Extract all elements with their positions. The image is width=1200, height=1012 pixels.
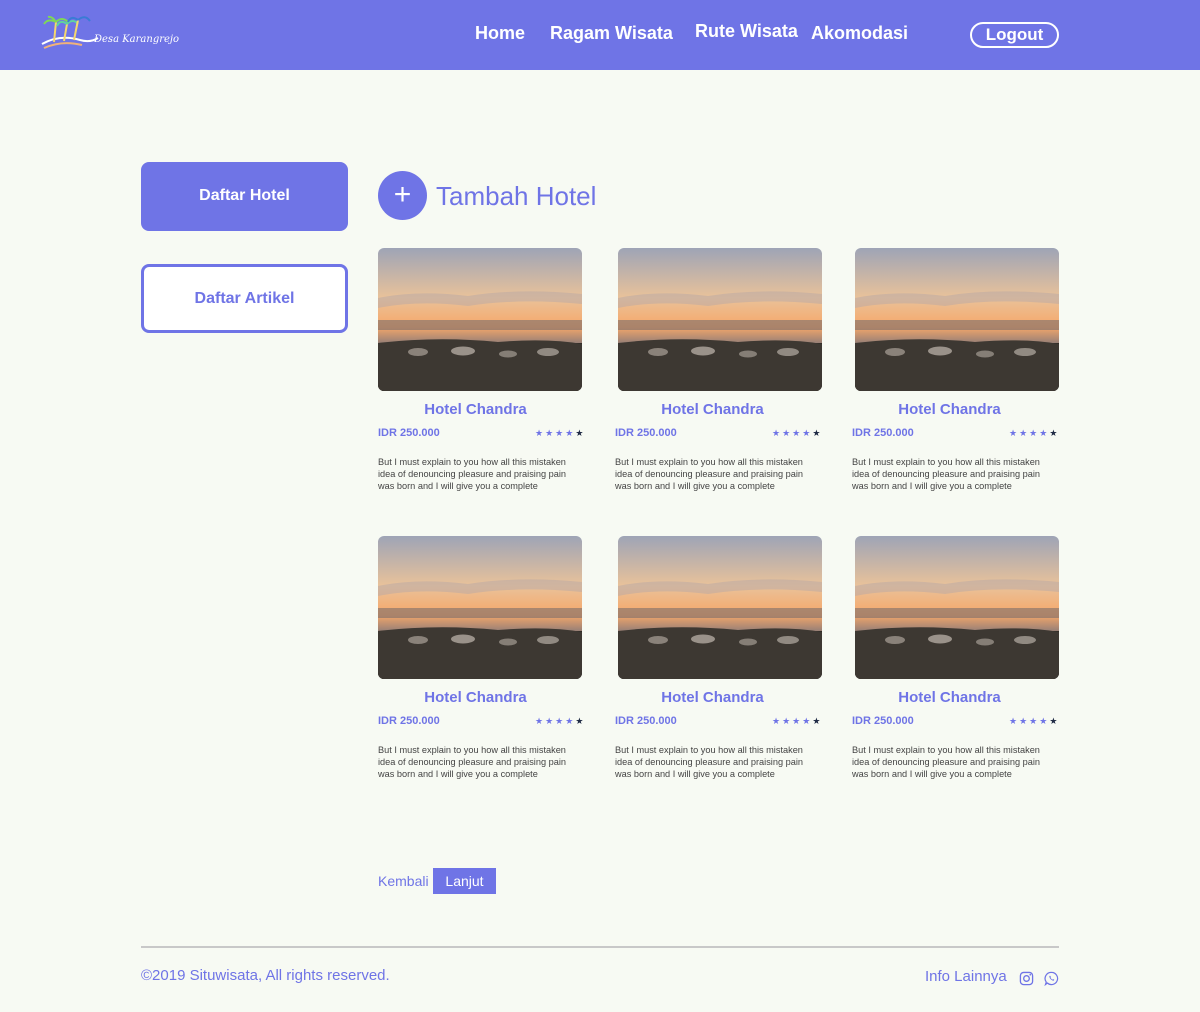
star-icon: ★ — [545, 428, 556, 438]
hotel-image[interactable] — [378, 536, 582, 679]
hotel-image[interactable] — [378, 248, 582, 391]
hotel-description: But I must explain to you how all this m… — [852, 457, 1040, 491]
star-icon: ★ — [535, 428, 546, 438]
nav-rute-wisata[interactable]: Rute Wisata — [695, 21, 798, 42]
hotel-description: But I must explain to you how all this m… — [615, 745, 803, 779]
logout-button[interactable]: Logout — [970, 22, 1059, 48]
prev-page-link[interactable]: Kembali — [378, 873, 429, 889]
star-icon: ★ — [1009, 428, 1020, 438]
hotel-image[interactable] — [855, 536, 1059, 679]
star-icon: ★ — [1029, 428, 1040, 438]
palm-tree-island-logo-icon — [41, 15, 99, 49]
star-icon: ★ — [565, 428, 576, 438]
hotel-card[interactable]: Hotel Chandra IDR 250.000 ★★★★★ But I must … — [378, 248, 588, 498]
nav-akomodasi[interactable]: Akomodasi — [811, 23, 908, 44]
star-icon: ★ — [555, 428, 566, 438]
hotel-description: But I must explain to you how all this m… — [378, 745, 566, 779]
star-icon: ★ — [1039, 428, 1050, 438]
hotel-description: But I must explain to you how all this m… — [615, 457, 803, 491]
hotel-name[interactable]: Hotel Chandra — [378, 689, 573, 706]
star-icon: ★ — [1019, 716, 1030, 726]
hotel-price: IDR 250.000 — [378, 715, 440, 727]
logo-text: Desa Karangrejo — [94, 34, 180, 45]
star-icon: ★ — [792, 716, 803, 726]
hotel-name[interactable]: Hotel Chandra — [852, 689, 1047, 706]
add-hotel-title: Tambah Hotel — [436, 181, 597, 211]
footer-info-label: Info Lainnya — [925, 968, 1007, 985]
star-icon: ★ — [792, 428, 803, 438]
hotel-card[interactable]: Hotel Chandra IDR 250.000 ★★★★★ But I must … — [615, 536, 825, 786]
star-icon: ★ — [1009, 716, 1020, 726]
star-icon: ★ — [1039, 716, 1050, 726]
hotel-rating: ★★★★★ — [1009, 716, 1059, 727]
star-icon: ★ — [555, 716, 566, 726]
hotel-description: But I must explain to you how all this m… — [378, 457, 566, 491]
next-page-button[interactable]: Lanjut — [433, 868, 496, 894]
site-logo[interactable]: Desa Karangrejo — [40, 14, 179, 54]
hotel-rating: ★★★★★ — [1009, 428, 1059, 439]
hotel-image[interactable] — [855, 248, 1059, 391]
instagram-icon[interactable] — [1019, 971, 1034, 986]
star-icon: ★ — [812, 716, 823, 726]
hotel-photo-sunset-field — [378, 248, 582, 391]
hotel-name[interactable]: Hotel Chandra — [615, 689, 810, 706]
hotel-image[interactable] — [618, 248, 822, 391]
hotel-card[interactable]: Hotel Chandra IDR 250.000 ★★★★★ But I must … — [615, 248, 825, 498]
hotel-card[interactable]: Hotel Chandra IDR 250.000 ★★★★★ But I must … — [852, 536, 1062, 786]
footer-copyright: ©2019 Situwisata, All rights reserved. — [141, 967, 390, 984]
hotel-price: IDR 250.000 — [852, 427, 914, 439]
star-icon: ★ — [772, 428, 783, 438]
star-icon: ★ — [1019, 428, 1030, 438]
star-icon: ★ — [1029, 716, 1040, 726]
hotel-price: IDR 250.000 — [615, 715, 677, 727]
star-icon: ★ — [535, 716, 546, 726]
whatsapp-icon[interactable] — [1044, 971, 1059, 986]
hotel-price: IDR 250.000 — [378, 427, 440, 439]
star-icon: ★ — [545, 716, 556, 726]
footer-divider — [141, 946, 1059, 948]
hotel-rating: ★★★★★ — [535, 716, 585, 727]
hotel-price: IDR 250.000 — [852, 715, 914, 727]
hotel-card[interactable]: Hotel Chandra IDR 250.000 ★★★★★ But I must … — [378, 536, 588, 786]
hotel-rating: ★★★★★ — [772, 428, 822, 439]
top-navbar: Desa Karangrejo Home Ragam Wisata Rute W… — [0, 0, 1200, 70]
star-icon: ★ — [812, 428, 823, 438]
sidebar-item-daftar-hotel[interactable]: Daftar Hotel — [141, 162, 348, 231]
hotel-photo-sunset-field — [618, 536, 822, 679]
plus-icon: + — [393, 178, 412, 211]
hotel-photo-sunset-field — [618, 248, 822, 391]
hotel-price: IDR 250.000 — [615, 427, 677, 439]
hotel-name[interactable]: Hotel Chandra — [615, 401, 810, 418]
star-icon: ★ — [782, 428, 793, 438]
star-icon: ★ — [1049, 716, 1060, 726]
hotel-card[interactable]: Hotel Chandra IDR 250.000 ★★★★★ But I must … — [852, 248, 1062, 498]
hotel-name[interactable]: Hotel Chandra — [378, 401, 573, 418]
hotel-image[interactable] — [618, 536, 822, 679]
add-hotel-button[interactable]: + — [378, 171, 427, 220]
star-icon: ★ — [575, 716, 586, 726]
star-icon: ★ — [565, 716, 576, 726]
star-icon: ★ — [772, 716, 783, 726]
hotel-photo-sunset-field — [378, 536, 582, 679]
hotel-description: But I must explain to you how all this m… — [852, 745, 1040, 779]
star-icon: ★ — [782, 716, 793, 726]
star-icon: ★ — [575, 428, 586, 438]
hotel-rating: ★★★★★ — [772, 716, 822, 727]
star-icon: ★ — [1049, 428, 1060, 438]
hotel-rating: ★★★★★ — [535, 428, 585, 439]
star-icon: ★ — [802, 716, 813, 726]
nav-home[interactable]: Home — [475, 23, 525, 44]
nav-ragam-wisata[interactable]: Ragam Wisata — [550, 23, 673, 44]
hotel-photo-sunset-field — [855, 248, 1059, 391]
star-icon: ★ — [802, 428, 813, 438]
hotel-photo-sunset-field — [855, 536, 1059, 679]
sidebar-item-daftar-artikel[interactable]: Daftar Artikel — [141, 264, 348, 333]
hotel-name[interactable]: Hotel Chandra — [852, 401, 1047, 418]
